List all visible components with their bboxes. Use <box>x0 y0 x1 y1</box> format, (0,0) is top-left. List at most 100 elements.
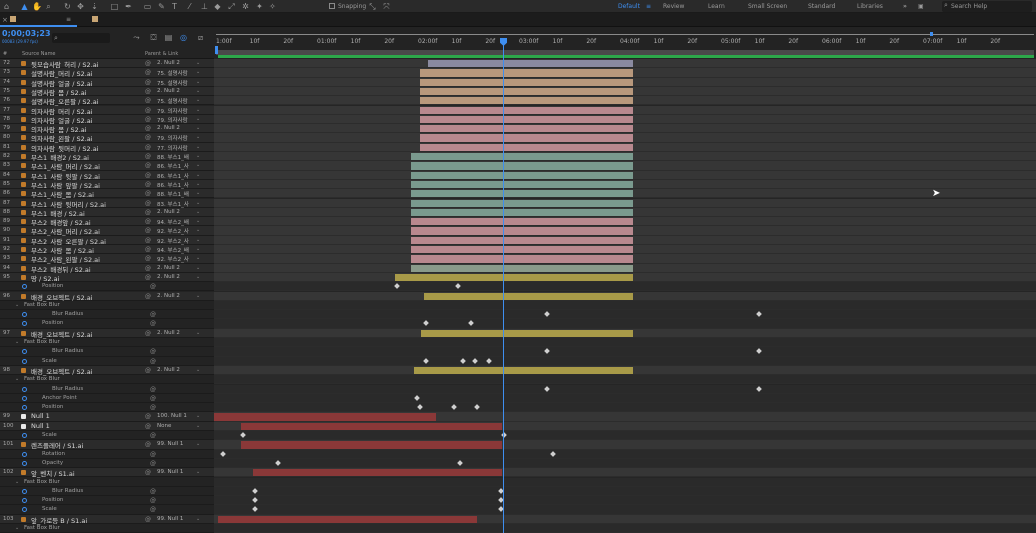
timeline-track[interactable] <box>214 514 1036 524</box>
property-row[interactable]: Opacity @ <box>0 459 214 469</box>
hand-tool-icon[interactable]: ✋ <box>32 2 42 11</box>
parent-dropdown[interactable]: 83. 부스1_사 <box>157 200 189 208</box>
workspace-small-screen[interactable]: Small Screen <box>748 3 787 10</box>
pick-whip-icon[interactable]: @ <box>145 293 151 300</box>
chevron-down-icon[interactable]: ⌄ <box>196 79 200 85</box>
pick-whip-icon[interactable]: @ <box>150 488 156 495</box>
stopwatch-icon[interactable] <box>22 395 27 401</box>
timeline-track[interactable] <box>214 421 1036 431</box>
pick-whip-icon[interactable]: @ <box>145 274 151 281</box>
layer-duration-bar[interactable] <box>419 97 634 105</box>
workspace-standard[interactable]: Standard <box>808 3 835 10</box>
draft-3d-icon[interactable]: ⛋ <box>149 33 158 42</box>
tab-menu-icon[interactable]: ≡ <box>66 16 71 23</box>
pen-tool-2-icon[interactable]: ✎ <box>157 2 166 11</box>
pick-whip-icon[interactable]: @ <box>150 358 156 365</box>
stopwatch-icon[interactable] <box>22 460 27 466</box>
parent-dropdown[interactable]: 2. Null 2 <box>157 367 180 373</box>
pick-whip-icon[interactable]: @ <box>145 162 151 169</box>
timeline-track[interactable] <box>214 235 1036 245</box>
time-ruler[interactable]: 1:00f 10f 20f 01:00f 10f 20f 02:00f 10f 20f 03:00… <box>214 28 1036 59</box>
keyframe[interactable] <box>451 404 458 410</box>
timeline-track[interactable] <box>214 393 1036 404</box>
parent-dropdown[interactable]: 2. Null 2 <box>157 293 180 299</box>
graph-editor-icon[interactable]: ⧄ <box>196 33 205 42</box>
layer-duration-bar[interactable] <box>419 134 634 142</box>
timeline-track[interactable] <box>214 152 1036 162</box>
layer-row[interactable]: 92 부스2_사람_몸 / S2.ai @94. 부스2_배 ⌄ <box>0 245 214 255</box>
property-row[interactable]: Blur Radius @ <box>0 487 214 497</box>
stopwatch-icon[interactable] <box>22 405 27 411</box>
timeline-track[interactable] <box>214 449 1036 459</box>
timeline-track[interactable] <box>214 77 1036 87</box>
eraser-tool-icon[interactable]: ◆ <box>213 2 222 11</box>
effect-group-row[interactable]: ⌄ Fast Box Blur <box>0 375 214 385</box>
pick-whip-icon[interactable]: @ <box>150 497 156 504</box>
pick-whip-icon[interactable]: @ <box>145 255 151 262</box>
parent-dropdown[interactable]: 99. Null 1 <box>157 441 183 447</box>
timeline-track[interactable] <box>214 496 1036 506</box>
zoom-tool-icon[interactable]: ⌕ <box>44 2 53 11</box>
parent-dropdown[interactable]: 75. 설명사람 <box>157 79 188 87</box>
keyframe[interactable] <box>455 283 462 290</box>
layer-row[interactable]: 93 부스2_사람_왼팔 / S2.ai @92. 부스2_사 ⌄ <box>0 254 214 264</box>
pick-whip-icon[interactable]: @ <box>145 413 151 420</box>
timeline-track[interactable] <box>214 68 1036 78</box>
layer-duration-bar[interactable] <box>394 273 634 282</box>
timeline-track[interactable] <box>214 412 1036 422</box>
chevron-down-icon[interactable]: ⌄ <box>196 227 200 233</box>
chevron-down-icon[interactable]: ⌄ <box>196 469 200 475</box>
layer-duration-bar[interactable] <box>413 366 634 375</box>
layer-duration-bar[interactable] <box>423 292 634 300</box>
chevron-down-icon[interactable]: ⌄ <box>196 423 200 429</box>
keyframe[interactable] <box>274 460 281 466</box>
layer-row[interactable]: 77 의자사람_머리 / S2.ai @79. 의자사람 ⌄ <box>0 105 214 116</box>
property-row[interactable]: Scale @ <box>0 357 214 366</box>
layer-duration-bar[interactable] <box>252 469 502 477</box>
timeline-track[interactable] <box>214 486 1036 497</box>
layer-duration-bar[interactable] <box>241 422 502 430</box>
type-tool-icon[interactable]: T <box>170 2 179 11</box>
parent-dropdown[interactable]: 99. Null 1 <box>157 516 183 522</box>
parent-dropdown[interactable]: 77. 의자사람 <box>157 144 188 152</box>
parent-dropdown[interactable]: 79. 의자사람 <box>157 134 188 142</box>
stopwatch-icon[interactable] <box>22 358 27 364</box>
twirl-down-icon[interactable]: ⌄ <box>15 376 19 382</box>
keyframe[interactable] <box>459 357 466 364</box>
parent-dropdown[interactable]: 88. 부스1_배 <box>157 153 189 161</box>
workspace-libraries[interactable]: Libraries <box>857 3 883 10</box>
chevron-down-icon[interactable]: ⌄ <box>196 125 200 131</box>
parent-dropdown[interactable]: 86. 부스1_사 <box>157 181 189 189</box>
timeline-track[interactable] <box>214 477 1036 487</box>
parent-dropdown[interactable]: 2. Null 2 <box>157 274 180 280</box>
layer-duration-bar[interactable] <box>241 441 502 449</box>
twirl-down-icon[interactable]: ⌄ <box>15 479 19 485</box>
workspace-default[interactable]: Default <box>618 3 640 10</box>
stopwatch-icon[interactable] <box>22 451 27 457</box>
brush-tool-icon[interactable]: ⁄ <box>185 2 194 11</box>
pick-whip-icon[interactable]: @ <box>145 107 151 114</box>
chevron-down-icon[interactable]: ⌄ <box>196 190 200 196</box>
layer-row[interactable]: 83 부스1_사람_머리 / S2.ai @86. 부스1_사 ⌄ <box>0 161 214 171</box>
layer-row[interactable]: 73 설명사람_머리 / S2.ai @75. 설명사람 ⌄ <box>0 68 214 78</box>
pick-whip-icon[interactable]: @ <box>150 283 156 290</box>
chevron-down-icon[interactable]: ⌄ <box>196 162 200 168</box>
keyframe[interactable] <box>550 450 556 457</box>
layer-row[interactable]: 81 의자사람_뒷머리 / S2.ai @77. 의자사람 ⌄ <box>0 142 214 153</box>
chevron-down-icon[interactable]: ⌄ <box>196 209 200 215</box>
layer-row[interactable]: 99 Null 1 @100. Null 1 ⌄ <box>0 412 214 422</box>
comp-mini-flowchart-icon[interactable]: ⤳ <box>132 33 141 42</box>
pick-whip-icon[interactable]: @ <box>145 516 151 523</box>
pick-whip-icon[interactable]: @ <box>145 172 151 179</box>
pick-whip-icon[interactable]: @ <box>145 209 151 216</box>
timeline-track[interactable] <box>214 124 1036 134</box>
timeline-track[interactable] <box>214 226 1036 236</box>
clone-tool-icon[interactable]: ⊥ <box>200 2 209 11</box>
chevron-down-icon[interactable]: ⌄ <box>196 274 200 280</box>
layer-row[interactable]: 78 의자사람_얼굴 / S2.ai @79. 의자사람 ⌄ <box>0 114 214 125</box>
timeline-track[interactable] <box>214 328 1036 338</box>
parent-dropdown[interactable]: 86. 부스1_사 <box>157 172 189 180</box>
chevron-down-icon[interactable]: ⌄ <box>196 60 200 66</box>
shape-tool-icon[interactable]: □ <box>110 2 119 11</box>
layer-duration-bar[interactable] <box>419 78 634 86</box>
